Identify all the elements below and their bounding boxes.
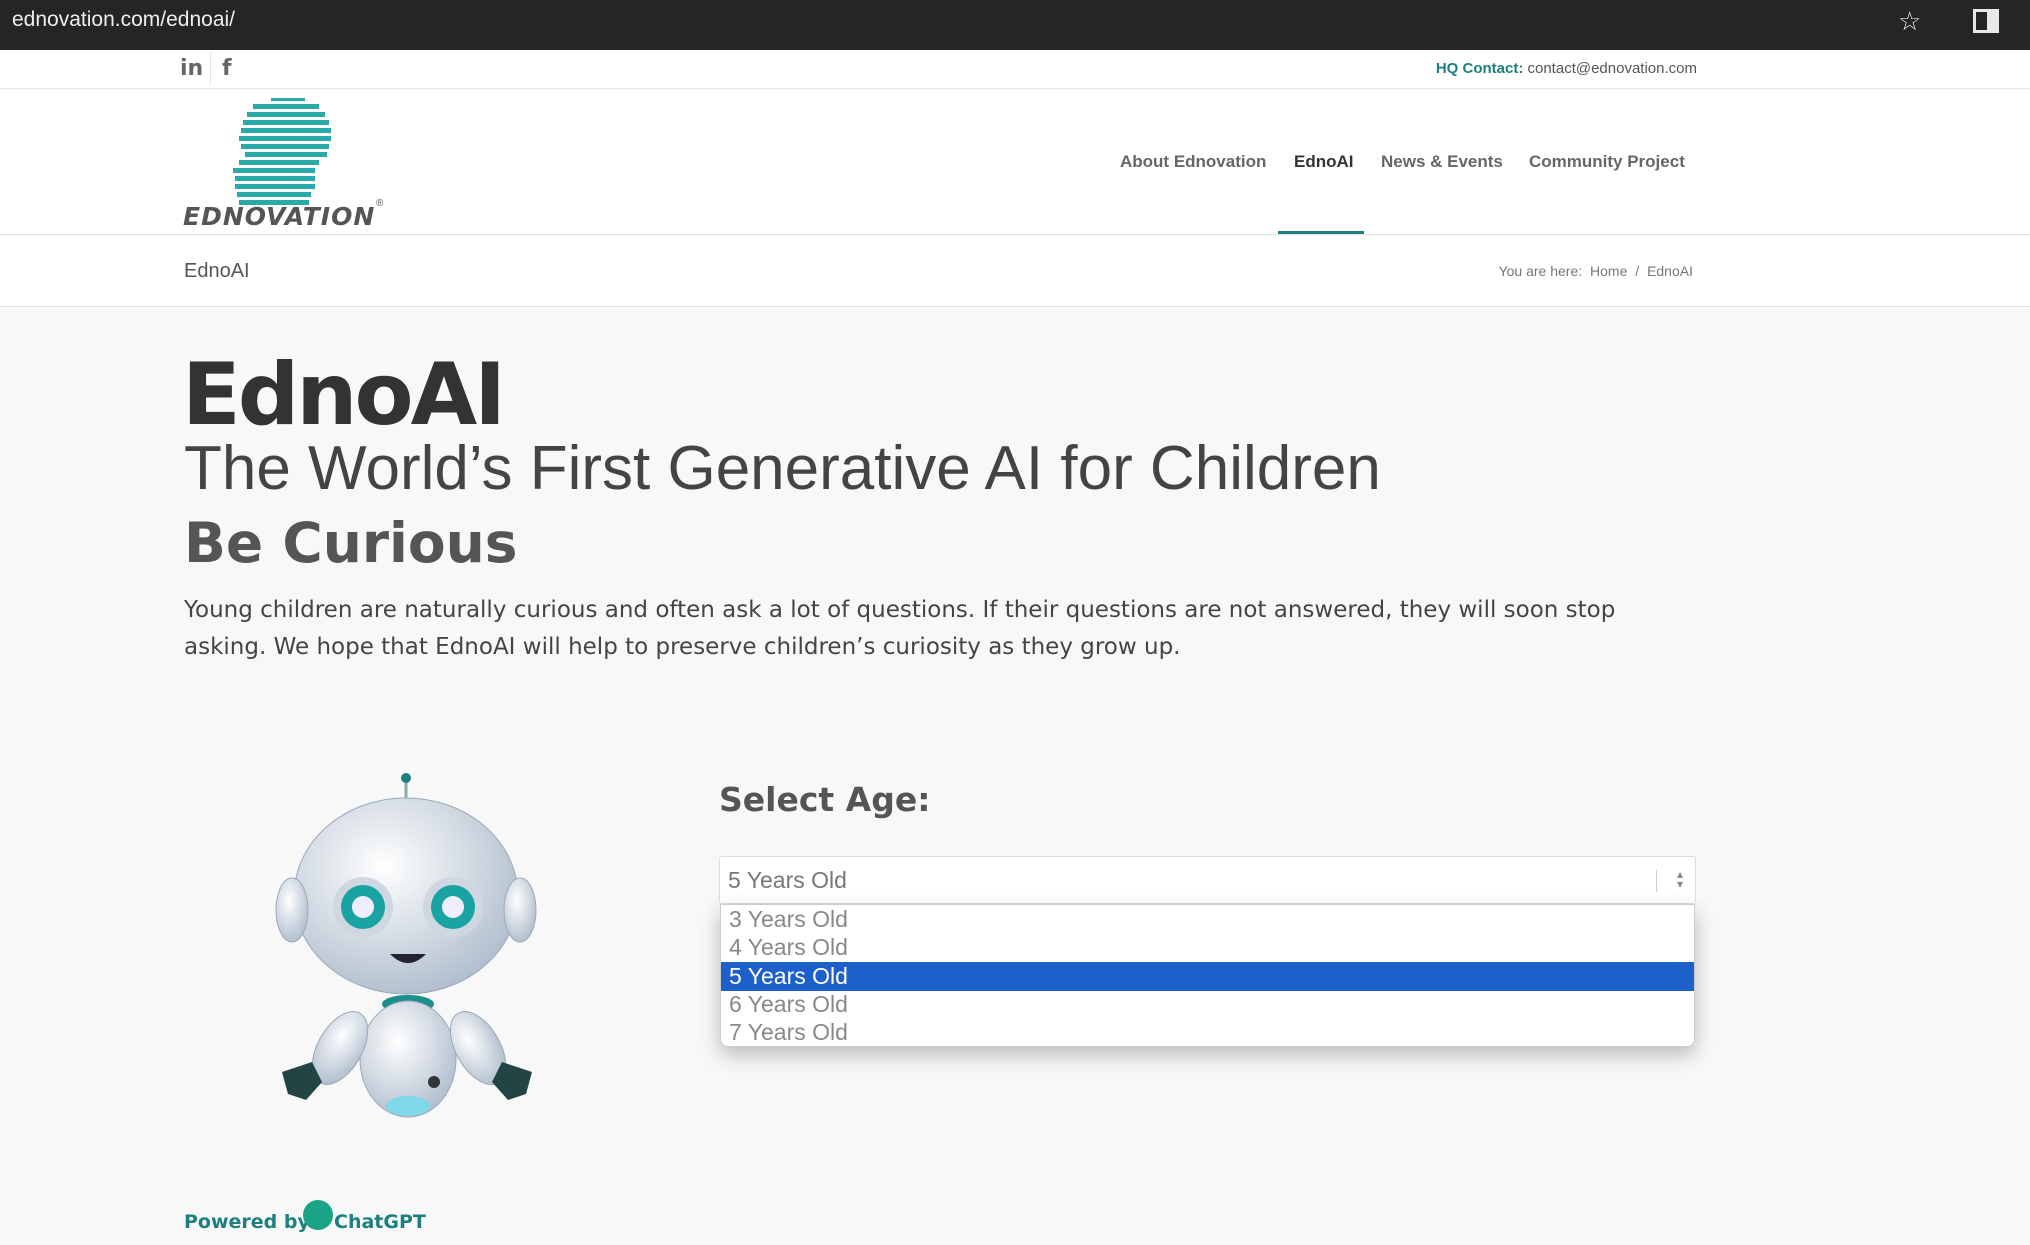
breadcrumb-separator: / <box>1635 263 1640 279</box>
logo-wordmark[interactable]: EDNOVATION <box>183 202 375 231</box>
age-option-4[interactable]: 4 Years Old <box>721 933 1694 962</box>
section-heading: Be Curious <box>184 511 518 575</box>
select-divider <box>1656 870 1657 892</box>
age-option-6[interactable]: 6 Years Old <box>721 990 1694 1019</box>
address-bar[interactable]: ednovation.com/ednoai/ <box>12 8 235 32</box>
bookmark-star-icon[interactable]: ☆ <box>1898 6 1921 37</box>
chatgpt-brand[interactable]: ChatGPT <box>334 1211 426 1233</box>
side-panel-icon[interactable] <box>1973 9 1999 33</box>
hq-contact-email[interactable]: contact@ednovation.com <box>1528 60 1698 77</box>
select-age-label: Select Age: <box>719 780 931 819</box>
browser-toolbar: ednovation.com/ednoai/ ☆ <box>0 0 2030 50</box>
hq-contact-label: HQ Contact: <box>1435 60 1524 77</box>
logo-registered-mark: ® <box>376 198 384 209</box>
breadcrumb-current: EdnoAI <box>1647 263 1693 279</box>
active-nav-indicator <box>1278 231 1364 234</box>
linkedin-icon[interactable]: in <box>180 56 203 81</box>
nav-about-ednovation[interactable]: About Ednovation <box>1120 152 1266 172</box>
breadcrumb-prefix: You are here: <box>1498 263 1583 279</box>
intro-paragraph: Young children are naturally curious and… <box>184 597 1616 660</box>
nav-community-project[interactable]: Community Project <box>1529 152 1685 172</box>
age-option-7[interactable]: 7 Years Old <box>721 1018 1694 1046</box>
age-dropdown-list: 3 Years Old 4 Years Old 5 Years Old 6 Ye… <box>720 904 1695 1047</box>
page-title[interactable]: EdnoAI <box>184 260 250 283</box>
chatgpt-icon <box>303 1200 333 1230</box>
age-select[interactable]: 5 Years Old ▴ ▾ <box>719 856 1696 904</box>
social-divider <box>210 52 211 86</box>
main-title: EdnoAI <box>182 345 506 445</box>
site-header: EDNOVATION ® About Ednovation EdnoAI New… <box>0 90 2030 235</box>
age-option-3[interactable]: 3 Years Old <box>721 905 1694 934</box>
page-title-bar: EdnoAI You are here: Home / EdnoAI <box>0 236 2030 307</box>
hq-contact: HQ Contact: contact@ednovation.com <box>1436 60 1697 77</box>
age-option-5[interactable]: 5 Years Old <box>721 962 1694 991</box>
top-bar: in f HQ Contact: contact@ednovation.com <box>0 50 2030 89</box>
select-arrows-icon[interactable]: ▴ ▾ <box>1677 868 1683 890</box>
main-subtitle: The World’s First Generative AI for Chil… <box>184 434 1381 503</box>
age-select-value: 5 Years Old <box>728 867 847 893</box>
nav-ednoai[interactable]: EdnoAI <box>1294 152 1354 172</box>
nav-news-events[interactable]: News & Events <box>1381 152 1503 172</box>
powered-by-label: Powered by <box>184 1211 310 1233</box>
breadcrumb: You are here: Home / EdnoAI <box>1495 263 1693 279</box>
facebook-icon[interactable]: f <box>222 56 232 81</box>
robot-mascot-icon <box>275 773 537 1118</box>
breadcrumb-home[interactable]: Home <box>1590 263 1627 279</box>
